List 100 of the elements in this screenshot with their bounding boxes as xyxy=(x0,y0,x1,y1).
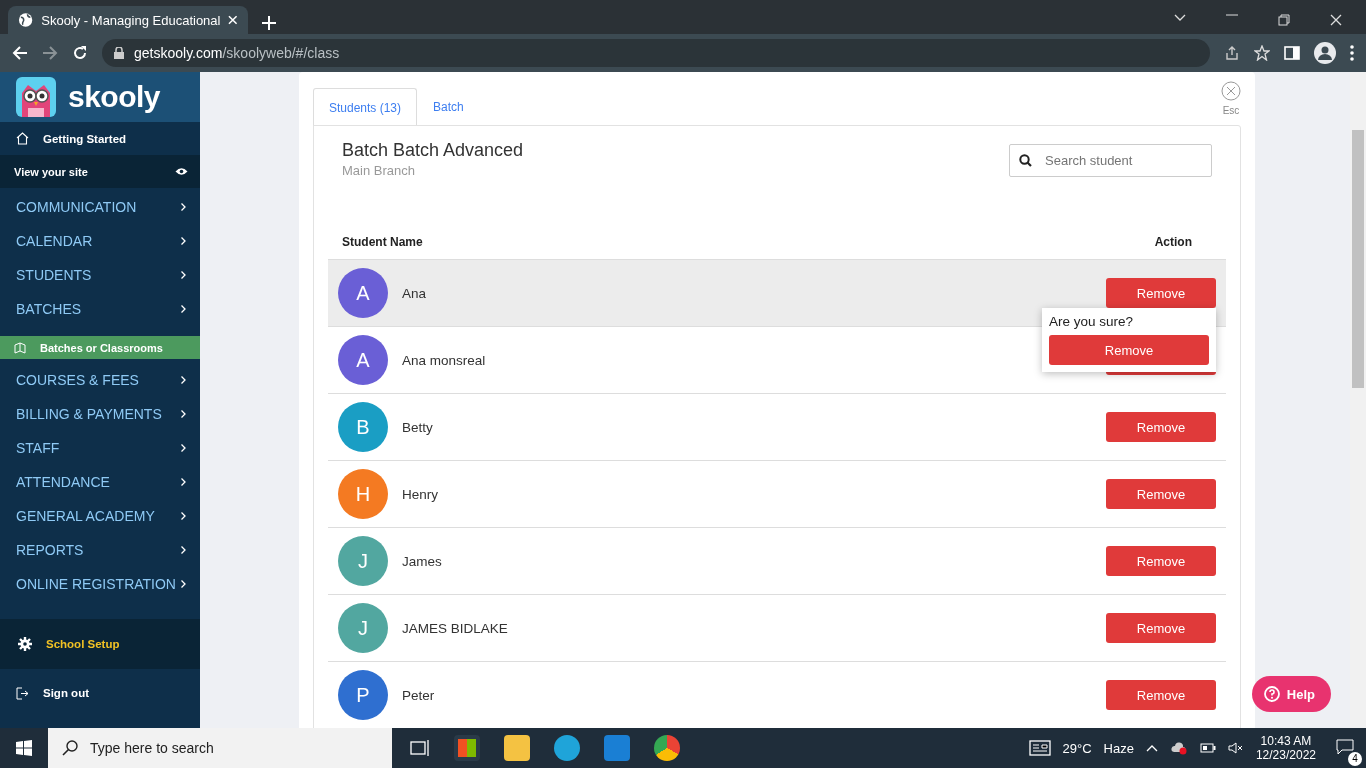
chrome-app-icon[interactable] xyxy=(654,735,680,761)
sidebar-item[interactable]: COURSES & FEES xyxy=(0,363,200,397)
tab-title: Skooly - Managing Educational xyxy=(41,12,221,28)
search-field[interactable]: Search student xyxy=(1009,144,1212,177)
student-name: Peter xyxy=(402,687,436,703)
url-host: getskooly.com xyxy=(134,45,223,61)
sidebar-item[interactable]: STUDENTS xyxy=(0,258,200,292)
sidebar-item[interactable]: COMMUNICATION xyxy=(0,190,200,224)
temperature: 29°C xyxy=(1062,740,1092,756)
sidebar-item[interactable]: BATCHES xyxy=(0,292,200,326)
avatar: H xyxy=(338,469,388,519)
forward-arrow-icon[interactable] xyxy=(42,45,58,61)
url-path: /skoolyweb/#/class xyxy=(222,45,340,61)
chevron-right-icon xyxy=(181,203,186,211)
more-icon[interactable] xyxy=(1350,45,1354,61)
chevron-down-icon[interactable] xyxy=(1174,14,1186,22)
remove-button[interactable]: Remove xyxy=(1106,546,1216,576)
eye-icon xyxy=(175,167,188,176)
restore-icon[interactable] xyxy=(1278,14,1290,26)
cloud-icon[interactable] xyxy=(1169,741,1188,755)
remove-button[interactable]: Remove xyxy=(1106,479,1216,509)
scrollbar-thumb[interactable] xyxy=(1352,130,1364,388)
back-arrow-icon[interactable] xyxy=(12,45,28,61)
sidebar-item[interactable]: STAFF xyxy=(0,431,200,465)
column-header: Action xyxy=(1154,234,1192,249)
sidebar-item[interactable]: CALENDAR xyxy=(0,224,200,258)
clock-date: 12/23/2022 xyxy=(1255,748,1316,762)
remove-button[interactable]: Remove xyxy=(1106,680,1216,710)
book-icon xyxy=(14,341,26,354)
battery-icon[interactable] xyxy=(1199,743,1216,753)
remove-button[interactable]: Remove xyxy=(1106,278,1216,308)
question-icon xyxy=(1263,686,1280,702)
remove-button[interactable]: Remove xyxy=(1106,412,1216,442)
student-name: Betty xyxy=(402,419,434,435)
avatar: B xyxy=(338,402,388,452)
confirm-remove-button[interactable]: Remove xyxy=(1049,335,1209,365)
confirm-question: Are you sure? xyxy=(1049,314,1135,329)
task-view-icon[interactable] xyxy=(410,739,430,757)
avatar: A xyxy=(338,268,388,318)
sign-out-link[interactable]: Sign out xyxy=(0,669,200,717)
browser-app-icon[interactable] xyxy=(554,735,580,761)
star-icon[interactable] xyxy=(1254,45,1270,61)
chevron-right-icon xyxy=(181,305,186,313)
sidebar-item[interactable]: REPORTS xyxy=(0,533,200,567)
tab[interactable]: Students (13) xyxy=(313,88,418,126)
avatar: P xyxy=(338,670,388,720)
tab[interactable]: Batch xyxy=(417,87,480,125)
new-tab-icon[interactable] xyxy=(262,16,276,30)
clock-time: 10:43 AM xyxy=(1260,734,1312,748)
address-bar[interactable]: getskooly.com/skoolyweb/#/class xyxy=(102,39,1210,67)
notification-icon[interactable] xyxy=(1336,738,1354,755)
taskbar-search-placeholder: Type here to search xyxy=(90,740,214,756)
browser-tab[interactable]: Skooly - Managing Educational xyxy=(8,6,248,34)
student-name: Ana monsreal xyxy=(402,352,487,368)
home-icon xyxy=(16,132,29,145)
search-icon xyxy=(62,740,78,756)
chevron-right-icon xyxy=(181,410,186,418)
avatar: J xyxy=(338,603,388,653)
chevron-up-icon[interactable] xyxy=(1145,744,1158,752)
column-header: Student Name xyxy=(342,234,423,249)
chevron-right-icon xyxy=(181,478,186,486)
reload-icon[interactable] xyxy=(72,45,88,61)
student-name: Henry xyxy=(402,486,439,502)
getting-started-link[interactable]: Getting Started xyxy=(0,122,200,155)
gear-icon xyxy=(18,637,32,651)
side-panel-icon[interactable] xyxy=(1284,45,1300,61)
profile-icon[interactable] xyxy=(1314,42,1336,64)
owl-logo-icon xyxy=(16,77,56,117)
school-setup-link[interactable]: School Setup xyxy=(0,619,200,669)
chevron-right-icon xyxy=(181,580,186,588)
student-name: JAMES BIDLAKE xyxy=(402,620,509,636)
avatar: A xyxy=(338,335,388,385)
batch-title: Batch Batch Advanced xyxy=(342,140,524,161)
globe-icon xyxy=(18,12,34,28)
windows-logo-icon[interactable] xyxy=(16,740,32,756)
notification-count: 4 xyxy=(1348,751,1362,766)
lock-icon xyxy=(114,47,124,59)
sidebar-item[interactable]: BILLING & PAYMENTS xyxy=(0,397,200,431)
weather-icon xyxy=(1028,740,1051,756)
store-app-icon[interactable] xyxy=(454,735,480,761)
student-name: Ana xyxy=(402,285,428,301)
view-site-link[interactable]: View your site xyxy=(0,155,200,188)
help-button[interactable]: Help xyxy=(1251,676,1331,712)
chevron-right-icon xyxy=(181,444,186,452)
avatar: J xyxy=(338,536,388,586)
share-icon[interactable] xyxy=(1224,45,1240,61)
chevron-right-icon xyxy=(181,546,186,554)
chevron-right-icon xyxy=(181,512,186,520)
weather-text: Haze xyxy=(1103,740,1134,756)
sign-out-icon xyxy=(16,686,29,700)
remove-button[interactable]: Remove xyxy=(1106,613,1216,643)
esc-label: Esc xyxy=(1222,105,1240,116)
sidebar-item[interactable]: GENERAL ACADEMY xyxy=(0,499,200,533)
sidebar-item[interactable]: ATTENDANCE xyxy=(0,465,200,499)
sidebar-item[interactable]: ONLINE REGISTRATION xyxy=(0,567,200,601)
student-name: James xyxy=(402,553,443,569)
muted-speaker-icon[interactable] xyxy=(1227,742,1244,754)
search-icon xyxy=(1019,154,1032,167)
logo-text: skooly xyxy=(68,80,161,114)
taskbar-search-field[interactable]: Type here to search xyxy=(48,728,392,768)
